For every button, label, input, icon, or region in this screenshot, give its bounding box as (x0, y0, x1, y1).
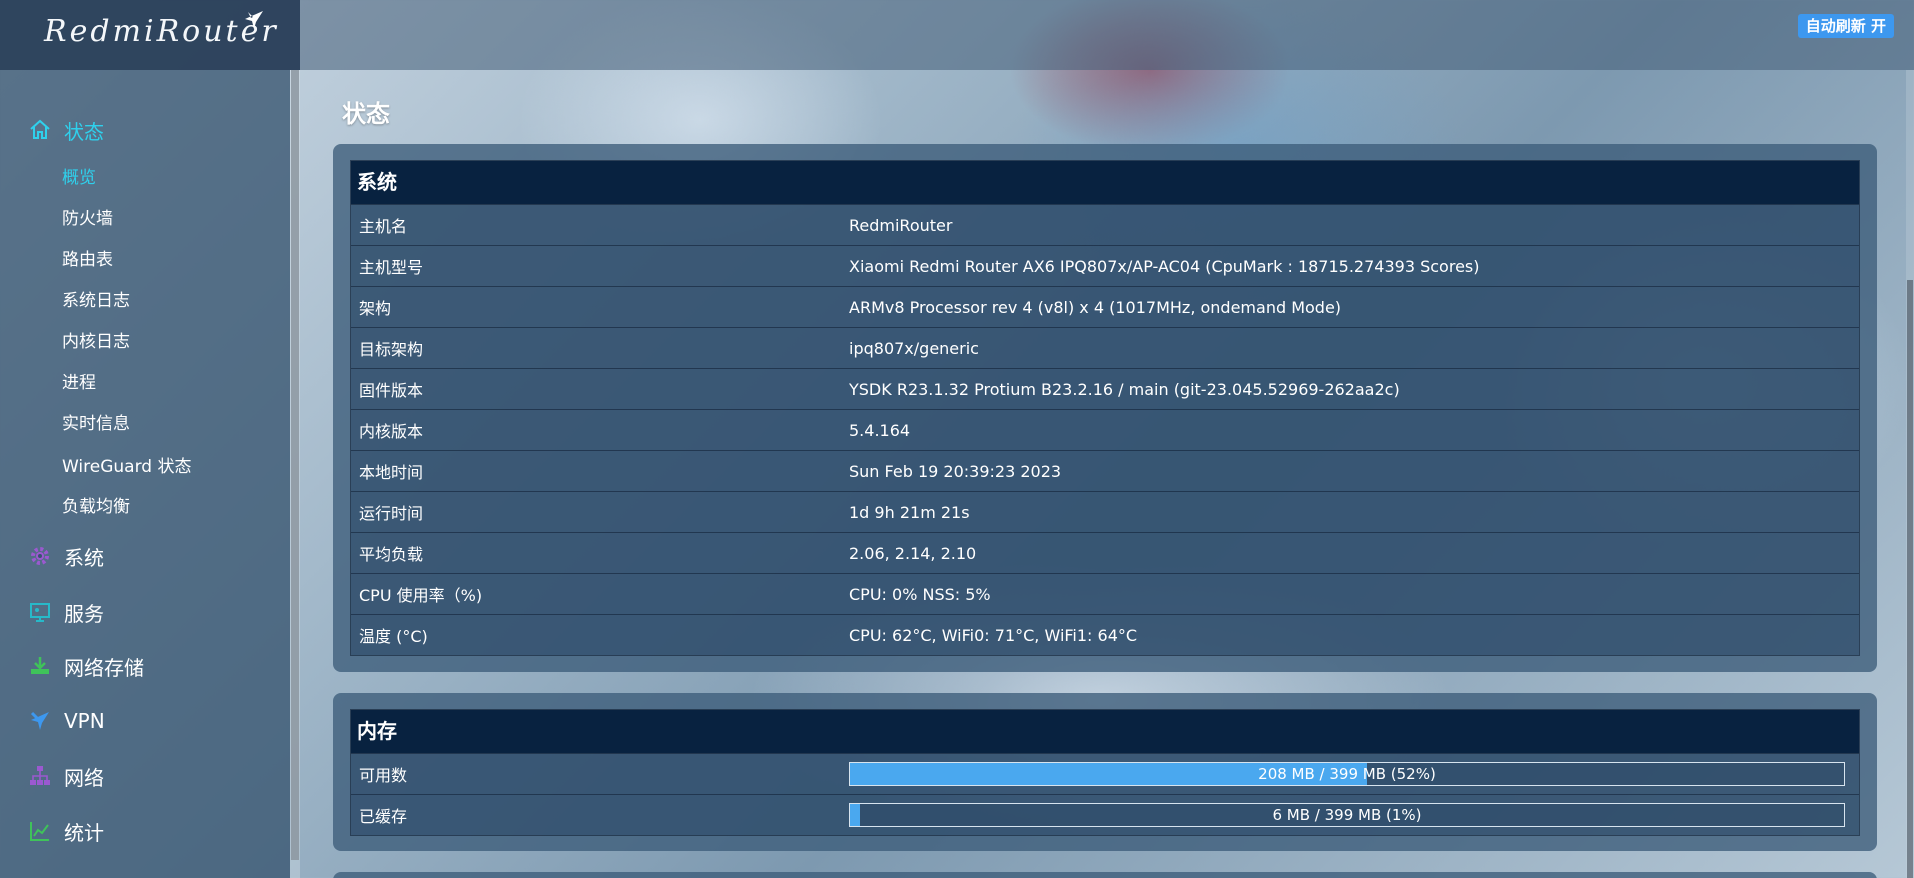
table-row: 固件版本 YSDK R23.1.32 Protium B23.2.16 / mai… (351, 368, 1859, 409)
row-value: ARMv8 Processor rev 4 (v8l) x 4 (1017MHz… (849, 297, 1342, 317)
sidebar-subitem-load-balance[interactable]: 负载均衡 (62, 494, 130, 520)
row-value: Xiaomi Redmi Router AX6 IPQ807x/AP-AC04 … (849, 256, 1480, 276)
download-icon (28, 654, 52, 678)
sidebar-item-label: 服务 (64, 601, 104, 626)
sidebar-item-label: VPN (64, 709, 105, 733)
page-scrollbar-thumb[interactable] (1907, 280, 1913, 878)
airplane-icon (28, 709, 52, 733)
progress-text: 208 MB / 399 MB (52%) (1258, 765, 1436, 783)
sidebar-subitem-overview[interactable]: 概览 (62, 165, 96, 191)
table-row: 目标架构 ipq807x/generic (351, 327, 1859, 368)
row-value: 208 MB / 399 MB (52%) (849, 762, 1859, 786)
sidebar-item-label: 网络 (64, 765, 104, 790)
sidebar-item-label: 统计 (64, 820, 104, 845)
gear-icon (28, 544, 52, 568)
page-scrollbar[interactable] (1906, 70, 1914, 878)
sidebar-item-label: 网络存储 (64, 655, 144, 680)
sidebar-subitem-processes[interactable]: 进程 (62, 370, 96, 396)
sidebar-subitem-syslog[interactable]: 系统日志 (62, 288, 130, 314)
network-icon (28, 764, 52, 788)
row-label: 内核版本 (359, 422, 424, 441)
system-panel: 系统 主机名 RedmiRouter 主机型号 Xiaomi Redmi Route… (333, 144, 1877, 672)
row-label: 平均负载 (359, 545, 424, 564)
row-label: 本地时间 (359, 463, 424, 482)
sidebar-subitem-realtime[interactable]: 实时信息 (62, 411, 130, 437)
row-label: 主机型号 (359, 258, 424, 277)
sidebar-item-label: 状态 (64, 119, 104, 144)
row-label: 目标架构 (359, 340, 424, 359)
chart-icon (28, 819, 52, 843)
row-value: ipq807x/generic (849, 338, 979, 358)
system-table: 系统 主机名 RedmiRouter 主机型号 Xiaomi Redmi Route… (350, 160, 1860, 656)
table-row: 平均负载 2.06, 2.14, 2.10 (351, 532, 1859, 573)
sidebar-scrollbar[interactable] (290, 70, 300, 878)
row-label: 已缓存 (359, 807, 408, 826)
services-icon (28, 600, 52, 624)
brand[interactable]: RedmiRouter (0, 0, 300, 70)
progress-text: 6 MB / 399 MB (1%) (1272, 806, 1422, 824)
table-row: CPU 使用率（%) CPU: 0% NSS: 5% (351, 573, 1859, 614)
row-value: Sun Feb 19 20:39:23 2023 (849, 461, 1062, 481)
row-value: 6 MB / 399 MB (1%) (849, 803, 1859, 827)
sidebar-scrollbar-thumb[interactable] (291, 70, 299, 860)
sidebar-subitem-firewall[interactable]: 防火墙 (62, 206, 113, 232)
row-label: 固件版本 (359, 381, 424, 400)
sidebar-item-label: 系统 (64, 545, 104, 570)
row-label: 架构 (359, 299, 392, 318)
home-icon (28, 118, 52, 142)
row-value: YSDK R23.1.32 Protium B23.2.16 / main (g… (849, 379, 1400, 399)
table-row: 架构 ARMv8 Processor rev 4 (v8l) x 4 (1017M… (351, 286, 1859, 327)
memory-cached-bar: 6 MB / 399 MB (1%) (849, 803, 1845, 827)
sidebar-item-nas[interactable]: 网络存储 (28, 651, 144, 681)
airplane-icon (245, 11, 263, 29)
row-label: 可用数 (359, 766, 408, 785)
table-row: 主机型号 Xiaomi Redmi Router AX6 IPQ807x/AP-A… (351, 245, 1859, 286)
row-value: CPU: 62°C, WiFi0: 71°C, WiFi1: 64°C (849, 625, 1138, 645)
row-label: 运行时间 (359, 504, 424, 523)
row-value: RedmiRouter (849, 215, 953, 235)
row-value: 5.4.164 (849, 420, 911, 440)
row-value: CPU: 0% NSS: 5% (849, 584, 991, 604)
sidebar-subitem-kernel-log[interactable]: 内核日志 (62, 329, 130, 355)
table-row: 温度 (°C) CPU: 62°C, WiFi0: 71°C, WiFi1: 64… (351, 614, 1859, 655)
table-row: 内核版本 5.4.164 (351, 409, 1859, 450)
sidebar-subitem-routes[interactable]: 路由表 (62, 247, 113, 273)
sidebar-item-network[interactable]: 网络 (28, 761, 104, 791)
page-title: 状态 (342, 100, 390, 128)
row-value: 2.06, 2.14, 2.10 (849, 543, 977, 563)
table-row: 运行时间 1d 9h 21m 21s (351, 491, 1859, 532)
sidebar-item-services[interactable]: 服务 (28, 597, 104, 627)
row-value: 1d 9h 21m 21s (849, 502, 970, 522)
memory-table: 内存 可用数 208 MB / 399 MB (52%) 已缓存 6 MB / … (350, 709, 1860, 836)
sidebar-item-vpn[interactable]: VPN (28, 706, 105, 736)
sidebar-item-status[interactable]: 状态 (28, 115, 104, 145)
auto-refresh-button[interactable]: 自动刷新 开 (1797, 14, 1894, 38)
table-row: 可用数 208 MB / 399 MB (52%) (351, 753, 1859, 794)
memory-panel-title: 内存 (351, 710, 1859, 753)
system-panel-title: 系统 (351, 161, 1859, 204)
memory-available-bar: 208 MB / 399 MB (52%) (849, 762, 1845, 786)
sidebar-item-system[interactable]: 系统 (28, 541, 104, 571)
sidebar-subitem-wireguard[interactable]: WireGuard 状态 (62, 454, 191, 480)
row-label: CPU 使用率（%) (359, 586, 483, 605)
row-label: 温度 (°C) (359, 627, 428, 646)
next-panel (333, 872, 1877, 878)
sidebar-item-statistics[interactable]: 统计 (28, 816, 104, 846)
memory-panel: 内存 可用数 208 MB / 399 MB (52%) 已缓存 6 MB / … (333, 693, 1877, 851)
table-row: 本地时间 Sun Feb 19 20:39:23 2023 (351, 450, 1859, 491)
row-label: 主机名 (359, 217, 408, 236)
table-row: 已缓存 6 MB / 399 MB (1%) (351, 794, 1859, 835)
table-row: 主机名 RedmiRouter (351, 204, 1859, 245)
